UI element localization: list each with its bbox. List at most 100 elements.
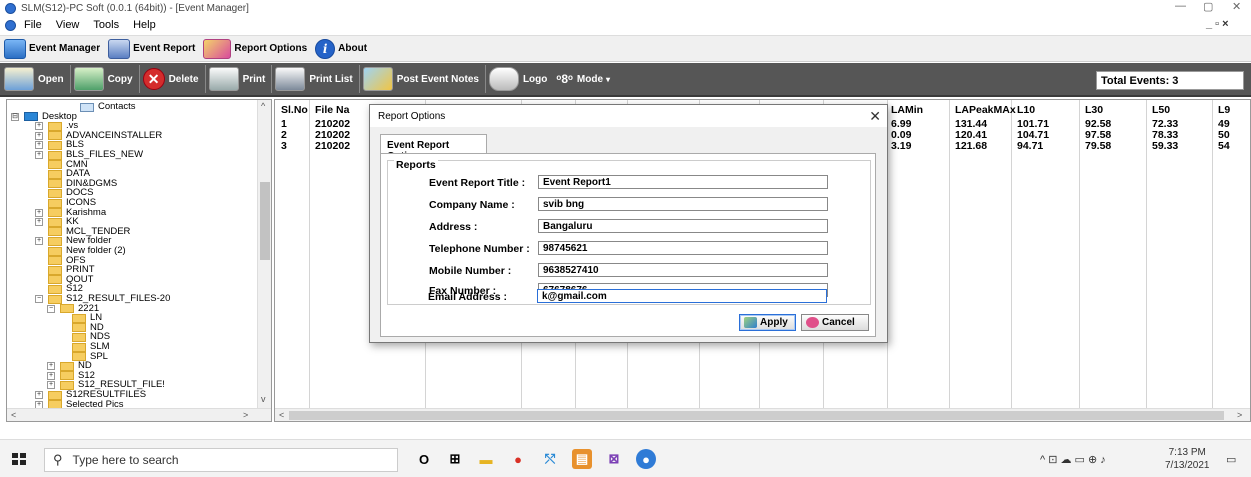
tree-horizontal-scrollbar[interactable]: < >	[7, 408, 271, 421]
tree-item[interactable]: + BLS_FILES_NEW	[35, 150, 143, 160]
menu-file[interactable]: File	[24, 19, 42, 31]
mdi-window-controls[interactable]: _ ▫ ×	[1206, 18, 1229, 30]
folder-icon	[48, 121, 62, 131]
event-manager-button[interactable]: Event Manager	[4, 38, 100, 59]
scroll-left-icon[interactable]: <	[11, 410, 16, 420]
col-header-l10[interactable]: L10	[1017, 104, 1035, 116]
table-cell[interactable]: 3	[281, 140, 287, 152]
table-cell[interactable]: 54	[1218, 140, 1230, 152]
maximize-button[interactable]: ▢	[1203, 0, 1213, 13]
tab-page: Reports Event Report Title : Company Nam…	[380, 153, 876, 337]
folder-icon	[48, 246, 62, 256]
email-address-field[interactable]	[537, 289, 827, 303]
logo-button[interactable]: Logo	[488, 65, 553, 93]
folder-icon	[60, 304, 74, 314]
grid-scroll-left-icon[interactable]: <	[279, 410, 284, 420]
cancel-button[interactable]: Cancel	[801, 314, 869, 331]
tree-item[interactable]: + ADVANCEINSTALLER	[35, 130, 162, 141]
tree-expander-icon[interactable]: −	[47, 304, 55, 313]
folder-tree[interactable]: Contacts ⊟ Desktop + .vs + ADVANCEINSTALLER + BL…	[6, 99, 272, 422]
tree-expander-icon[interactable]: +	[47, 371, 55, 380]
open-button[interactable]: Open	[4, 65, 71, 93]
mobile-number-field[interactable]	[538, 263, 828, 277]
taskbar-search-box[interactable]: ⚲ Type here to search	[44, 448, 398, 472]
scroll-up-icon[interactable]: ^	[261, 101, 265, 111]
file-explorer-icon[interactable]: ▬	[476, 449, 496, 469]
col-header-slno[interactable]: Sl.No	[281, 104, 308, 116]
visual-studio-icon[interactable]: ⊠	[604, 449, 624, 469]
col-header-l30[interactable]: L30	[1085, 104, 1103, 116]
minimize-button[interactable]: —	[1175, 0, 1186, 12]
windows-start-button[interactable]	[12, 453, 26, 465]
print-list-button[interactable]: Print List	[275, 65, 360, 93]
col-header-filename[interactable]: File Na	[315, 104, 349, 116]
reports-group: Reports Event Report Title : Company Nam…	[387, 159, 871, 305]
tree-expander-icon[interactable]: +	[47, 381, 55, 390]
tree-expander-icon[interactable]: +	[35, 391, 43, 399]
table-cell[interactable]: 59.33	[1152, 140, 1178, 152]
col-header-lamin[interactable]: LAMin	[891, 104, 923, 116]
tree-item[interactable]: Contacts	[67, 102, 136, 112]
tree-item[interactable]: − S12_RESULT_FILES-20	[35, 294, 170, 304]
menu-tools[interactable]: Tools	[93, 19, 119, 31]
tree-expander-icon[interactable]: +	[35, 122, 43, 131]
event-report-button[interactable]: Event Report	[108, 38, 195, 59]
col-header-l90[interactable]: L9	[1218, 104, 1230, 116]
tree-expander-icon[interactable]: +	[35, 208, 43, 217]
system-tray-icons[interactable]: ^ ⊡ ☁ ▭ ⊕ ♪	[1040, 453, 1106, 466]
tree-item[interactable]: QOUT	[35, 274, 93, 285]
tree-expander-icon[interactable]: +	[35, 131, 43, 140]
address-field[interactable]	[538, 219, 828, 233]
tree-vertical-scrollbar[interactable]: ^ v	[257, 100, 271, 409]
tree-expander-icon[interactable]: +	[35, 237, 43, 246]
delete-button[interactable]: ✕ Delete	[142, 65, 206, 93]
table-cell[interactable]: 210202	[315, 140, 350, 152]
tree-expander-icon[interactable]: −	[35, 295, 43, 303]
apply-check-icon	[744, 317, 757, 328]
report-options-button[interactable]: Report Options	[203, 38, 307, 59]
tree-scroll-thumb[interactable]	[260, 182, 270, 260]
grid-scroll-thumb[interactable]	[289, 411, 1224, 420]
event-report-title-field[interactable]	[538, 175, 828, 189]
table-cell[interactable]: 94.71	[1017, 140, 1043, 152]
grid-scroll-right-icon[interactable]: >	[1237, 410, 1242, 420]
tree-expander-icon[interactable]: +	[47, 362, 55, 371]
col-header-l50[interactable]: L50	[1152, 104, 1170, 116]
tree-expander-icon[interactable]: +	[35, 141, 43, 150]
menu-view[interactable]: View	[56, 19, 80, 31]
grid-horizontal-scrollbar[interactable]: < >	[275, 408, 1250, 421]
print-button[interactable]: Print	[208, 65, 273, 93]
folder-icon	[60, 371, 74, 381]
dialog-close-button[interactable]: ✕	[869, 108, 881, 125]
scroll-right-icon[interactable]: >	[243, 410, 248, 420]
copy-button[interactable]: Copy	[73, 65, 140, 93]
office-icon[interactable]: ▤	[572, 449, 592, 469]
tree-expander-icon[interactable]: ⊟	[11, 112, 19, 121]
telephone-number-field[interactable]	[538, 241, 828, 255]
taskbar-clock[interactable]: 7:13 PM 7/13/2021	[1165, 446, 1210, 472]
cortana-icon[interactable]: O	[414, 449, 434, 469]
table-cell[interactable]: 3.19	[891, 140, 911, 152]
about-button[interactable]: i About	[315, 38, 367, 59]
menu-help[interactable]: Help	[133, 19, 156, 31]
scroll-down-icon[interactable]: v	[261, 394, 266, 404]
tree-expander-icon[interactable]: +	[35, 218, 43, 227]
table-cell[interactable]: 121.68	[955, 140, 987, 152]
slm-app-icon[interactable]: ⤲	[540, 449, 560, 469]
tree-expander-icon[interactable]: +	[35, 151, 43, 159]
post-event-notes-button[interactable]: Post Event Notes	[362, 65, 486, 93]
col-header-lapeakmax[interactable]: LAPeakMAx	[955, 104, 1016, 116]
notification-icon[interactable]: ▭	[1226, 453, 1236, 466]
tab-event-report-options[interactable]: Event Report Options	[380, 134, 487, 162]
app-icon	[5, 2, 16, 14]
company-name-field[interactable]	[538, 197, 828, 211]
close-button[interactable]: ✕	[1232, 0, 1241, 13]
apply-button[interactable]: Apply	[739, 314, 796, 331]
pc-soft-app-icon[interactable]: ●	[636, 449, 656, 469]
mode-dropdown[interactable]: ᵒ8ᵒ Mode ▾	[556, 72, 610, 86]
address-label: Address :	[429, 221, 478, 233]
task-view-icon[interactable]: ⊞	[445, 449, 465, 469]
chrome-icon[interactable]: ●	[508, 449, 528, 469]
table-cell[interactable]: 79.58	[1085, 140, 1111, 152]
folder-icon	[48, 390, 62, 400]
